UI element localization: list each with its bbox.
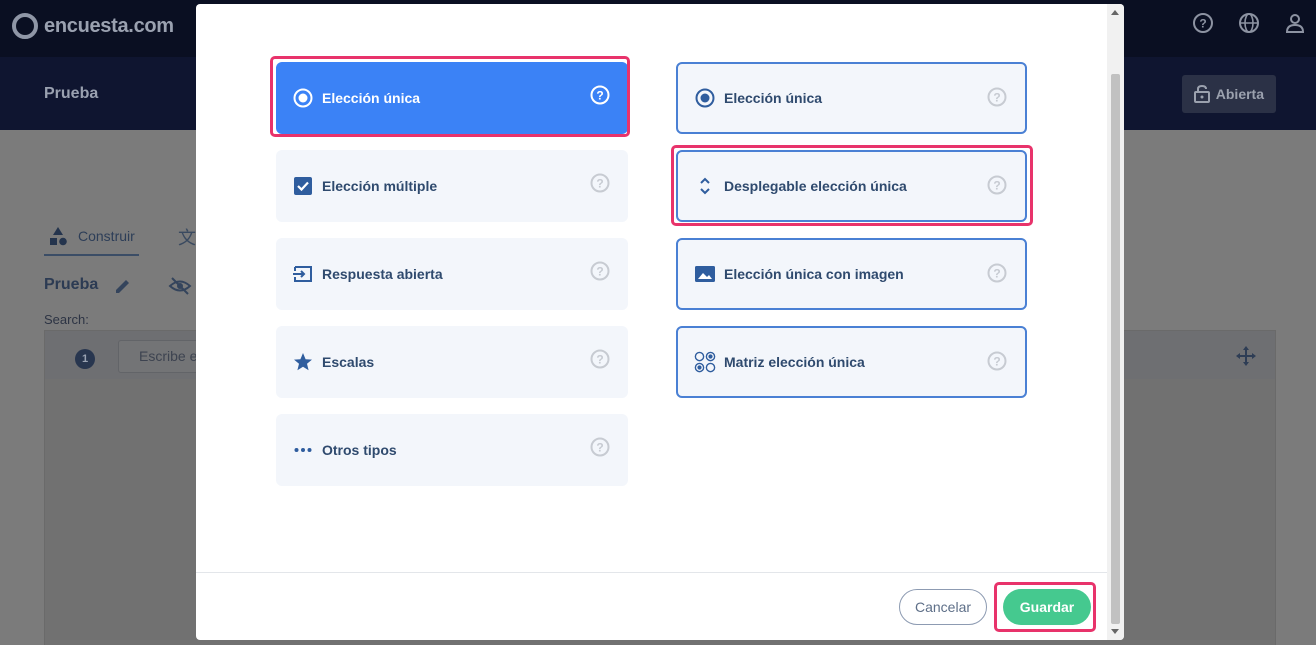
option-open-answer[interactable]: Respuesta abierta ? [276,238,628,310]
svg-text:?: ? [993,267,1000,281]
help-icon[interactable]: ? [590,437,610,457]
option-label: Elección única [724,90,823,106]
option-single-choice-radio[interactable]: Elección única ? [676,62,1027,134]
user-icon[interactable] [1284,12,1306,34]
open-answer-icon [292,263,314,285]
visibility-off-icon[interactable] [168,276,192,301]
svg-text:?: ? [596,353,603,367]
help-icon[interactable]: ? [590,173,610,193]
survey-title: Prueba [44,85,99,102]
edit-icon[interactable] [113,276,133,301]
option-scales[interactable]: Escalas ? [276,326,628,398]
help-icon[interactable]: ? [987,351,1007,371]
highlight-box [270,56,630,137]
option-label: Matriz elección única [724,354,865,370]
help-icon[interactable]: ? [987,263,1007,283]
footer-divider [196,572,1107,573]
option-label: Elección única con imagen [724,266,904,282]
radio-icon [694,87,716,109]
scroll-down-arrow[interactable] [1111,629,1119,634]
translate-icon[interactable]: 文 [178,224,196,250]
option-multiple-choice[interactable]: Elección múltiple ? [276,150,628,222]
tab-build[interactable]: Construir [44,222,139,256]
help-icon[interactable]: ? [590,261,610,281]
svg-text:?: ? [596,441,603,455]
scroll-thumb[interactable] [1111,74,1120,624]
option-label: Respuesta abierta [322,266,443,282]
shapes-icon [50,227,67,246]
svg-text:?: ? [596,177,603,191]
svg-text:?: ? [993,91,1000,105]
survey-name: Prueba [44,276,99,293]
star-icon [292,351,314,373]
scrollbar[interactable] [1107,4,1124,640]
logo[interactable]: encuesta.com [12,13,174,39]
logo-icon [12,13,38,39]
checkbox-icon [292,175,314,197]
tab-build-label: Construir [78,228,135,244]
lock-open-icon [1193,85,1210,103]
help-icon[interactable]: ? [987,87,1007,107]
highlight-box [671,145,1033,226]
option-label: Escalas [322,354,375,370]
help-icon[interactable]: ? [590,349,610,369]
option-label: Elección múltiple [322,178,438,194]
question-number: 1 [75,349,95,369]
save-button[interactable]: Guardar [1003,589,1091,625]
option-single-choice-image[interactable]: Elección única con imagen ? [676,238,1027,310]
move-icon[interactable] [1235,345,1257,372]
question-type-modal: Elección única ? Elección múltiple ? Res… [196,4,1124,640]
scroll-up-arrow[interactable] [1111,10,1119,15]
option-other-types[interactable]: Otros tipos ? [276,414,628,486]
option-label: Otros tipos [322,442,397,458]
more-icon [292,439,314,461]
status-label: Abierta [1215,86,1264,102]
svg-text:?: ? [993,355,1000,369]
matrix-icon [694,351,716,373]
cancel-button[interactable]: Cancelar [899,589,987,625]
svg-text:?: ? [1199,17,1206,31]
option-matrix-single-choice[interactable]: Matriz elección única ? [676,326,1027,398]
svg-text:?: ? [596,265,603,279]
logo-text: encuesta.com [44,14,174,37]
image-icon [694,263,716,285]
search-label: Search: [44,312,89,327]
status-button[interactable]: Abierta [1181,75,1276,113]
help-icon[interactable]: ? [1192,12,1214,34]
globe-icon[interactable] [1238,12,1260,34]
